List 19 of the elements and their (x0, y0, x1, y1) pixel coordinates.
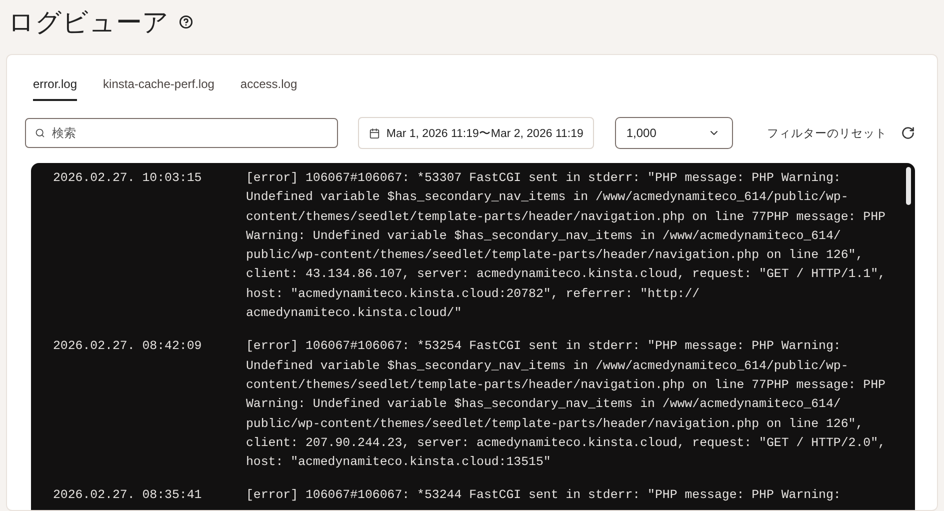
log-tab[interactable]: kinsta-cache-perf.log (103, 77, 214, 101)
log-tab[interactable]: access.log (240, 77, 298, 101)
limit-dropdown[interactable]: 1,000 (615, 117, 733, 149)
log-timestamp: 2026.02.27. 08:35:41 (52, 487, 203, 504)
scrollbar-thumb[interactable] (906, 167, 911, 205)
help-icon[interactable] (179, 15, 193, 29)
log-tab[interactable]: error.log (33, 77, 78, 101)
refresh-button[interactable] (901, 126, 915, 140)
search-field[interactable]: 検索 (25, 118, 338, 148)
log-message: [error] 106067#106067: *53254 FastCGI sent in stderr: "PHP message: PHP Warning: Undefined variable $has_secondary_nav_items in /www/acmedynamiteco_614/public/wp- content/themes/seedlet/template-parts/header/navigation.php on line 77PHP message: PHP Warning: Undefined variable $has_secondary_nav_items in /www/acmedynamiteco_614/ public/wp-content/themes/seedlet/template-parts/header/navigation.php on line 126", client: 207.90.244.23, server: acmedynamiteco.kinsta.cloud, request: "GET / HTTP/2.0", host: "acmedynamiteco.kinsta.cloud:13515" (246, 338, 886, 472)
reset-filters-link[interactable]: フィルターのリセット (767, 126, 887, 140)
log-timestamp: 2026.02.27. 08:42:09 (52, 338, 203, 356)
search-icon (35, 128, 45, 138)
page-title: ログビューア (8, 6, 169, 40)
log-message: [error] 106067#106067: *53307 FastCGI sent in stderr: "PHP message: PHP Warning: Undefined variable $has_secondary_nav_items in /www/acmedynamiteco_614/public/wp- content/themes/seedlet/template-parts/header/navigation.php on line 77PHP message: PHP Warning: Undefined variable $has_secondary_nav_items in /www/acmedynamiteco_614/ public/wp-content/themes/seedlet/template-parts/header/navigation.php on line 126", client: 43.134.86.107, server: acmedynamiteco.kinsta.cloud, request: "GET / HTTP/1.1", host: "acmedynamiteco.kinsta.cloud:20782", referrer: "http:// acmedynamiteco.kinsta.cloud/" (246, 170, 886, 322)
log-message: [error] 106067#106067: *53244 FastCGI sent in stderr: "PHP message: PHP Warning: (246, 487, 841, 504)
calendar-icon (369, 128, 380, 138)
log-timestamp: 2026.02.27. 10:03:15 (52, 170, 203, 187)
date-range-field[interactable]: Mar 1, 2026 11:19〜Mar 2, 2026 11:19 (358, 117, 594, 149)
